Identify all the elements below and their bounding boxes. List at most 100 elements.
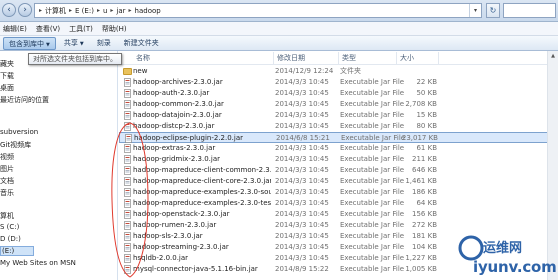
menu-edit[interactable]: 编辑(E) (3, 24, 27, 34)
modified-date: 2014/3/3 10:45 (275, 166, 329, 174)
jar-file-icon (124, 188, 131, 197)
forward-icon[interactable]: › (18, 3, 32, 17)
nav-item-favorites[interactable]: 藏夹 (0, 59, 14, 69)
chevron-down-icon: ▼ (79, 40, 84, 47)
nav-item-my-web-sites[interactable]: My Web Sites on MSN (0, 259, 76, 267)
back-icon[interactable]: ‹ (2, 3, 16, 17)
nav-item-drive-c[interactable]: S (C:) (0, 223, 19, 231)
jar-file-icon (124, 254, 131, 263)
menu-view[interactable]: 查看(V) (36, 24, 60, 34)
file-type: 文件夹 (340, 67, 361, 75)
file-row[interactable]: hadoop-mapreduce-examples-2.3.0-test-s..… (119, 198, 558, 209)
nav-item-pictures[interactable]: 图片 (0, 164, 14, 174)
modified-date: 2014/3/3 10:45 (275, 188, 329, 196)
jar-file-icon (124, 155, 131, 164)
address-bar[interactable]: ▸ 计算机 ▸ E (E:) ▸ u ▸ jar ▸ hadoop ▾ (34, 3, 482, 18)
file-row[interactable]: hadoop-auth-2.3.0.jar 2014/3/3 10:45 Execu… (119, 88, 558, 99)
burn-button[interactable]: 刻录 (92, 37, 116, 50)
breadcrumb-computer[interactable]: 计算机 (45, 6, 66, 16)
file-row[interactable]: hadoop-common-2.3.0.jar 2014/3/3 10:45 Exe… (119, 99, 558, 110)
modified-date: 2014/3/3 10:45 (275, 221, 329, 229)
modified-date: 2014/3/3 10:45 (275, 232, 329, 240)
breadcrumb-hadoop[interactable]: hadoop (135, 7, 161, 15)
jar-file-icon (124, 232, 131, 241)
file-size: 22 KB (416, 78, 437, 86)
column-header-date[interactable]: 修改日期 (274, 52, 339, 64)
file-size: 15 KB (416, 111, 437, 119)
nav-item-desktop[interactable]: 桌面 (0, 83, 14, 93)
jar-file-icon (124, 89, 131, 98)
jar-file-icon (124, 199, 131, 208)
search-input[interactable] (503, 3, 556, 18)
file-row[interactable]: hadoop-mapreduce-examples-2.3.0-sourc...… (119, 187, 558, 198)
address-bar-row: ‹ › ▸ 计算机 ▸ E (E:) ▸ u ▸ jar ▸ hadoop ▾ … (0, 0, 558, 22)
jar-file-icon (124, 177, 131, 186)
file-size: 211 KB (412, 155, 437, 163)
nav-item-videos[interactable]: 视频 (0, 152, 14, 162)
nav-item-drive-e[interactable]: (E:) (0, 246, 34, 256)
jar-file-icon (124, 166, 131, 175)
modified-date: 2014/3/3 10:45 (275, 111, 329, 119)
file-name: hsqldb-2.0.0.jar (133, 254, 189, 262)
file-size: 2,708 KB (405, 100, 437, 108)
file-size: 272 KB (412, 221, 437, 229)
chevron-down-icon[interactable]: ▾ (469, 4, 481, 17)
modified-date: 2014/3/3 10:45 (275, 100, 329, 108)
column-header-size[interactable]: 大小 (397, 52, 439, 64)
new-folder-button[interactable]: 新建文件夹 (119, 37, 164, 50)
menu-help[interactable]: 帮助(H) (102, 24, 127, 34)
nav-item-computer[interactable]: 算机 (0, 211, 14, 221)
file-size: 1,461 KB (405, 177, 437, 185)
share-label: 共享 (63, 38, 78, 47)
breadcrumb-jar[interactable]: jar (116, 7, 125, 15)
navigation-pane[interactable]: 藏夹 下载 桌面 最近访问的位置 subversion Git视频库 视频 图片… (0, 51, 118, 280)
nav-item-drive-d[interactable]: D (D:) (0, 235, 21, 243)
file-size: 646 KB (412, 166, 437, 174)
modified-date: 2014/3/3 10:45 (275, 210, 329, 218)
menu-tools[interactable]: 工具(T) (69, 24, 93, 34)
watermark: 运维网 iyunv.com (457, 233, 558, 280)
chevron-right-icon[interactable]: ▸ (69, 7, 72, 14)
file-row[interactable]: hadoop-rumen-2.3.0.jar 2014/3/3 10:45 Exec… (119, 220, 558, 231)
column-header-name[interactable]: 名称 (133, 52, 274, 64)
nav-item-subversion[interactable]: subversion (0, 128, 38, 136)
file-size: 64 KB (416, 199, 437, 207)
nav-item-music[interactable]: 音乐 (0, 188, 14, 198)
chevron-right-icon[interactable]: ▸ (129, 7, 132, 14)
modified-date: 2014/3/3 10:45 (275, 144, 329, 152)
file-row[interactable]: hadoop-gridmix-2.3.0.jar 2014/3/3 10:45 Ex… (119, 154, 558, 165)
file-name: hadoop-extras-2.3.0.jar (133, 144, 216, 152)
file-name: hadoop-auth-2.3.0.jar (133, 89, 210, 97)
file-row[interactable]: hadoop-openstack-2.3.0.jar 2014/3/3 10:45… (119, 209, 558, 220)
nav-item-git-video-library[interactable]: Git视频库 (0, 140, 31, 150)
modified-date: 2014/3/3 10:45 (275, 243, 329, 251)
file-name: mysql-connector-java-5.1.16-bin.jar (133, 265, 258, 273)
share-button[interactable]: 共享 ▼ (59, 37, 89, 50)
column-header-type[interactable]: 类型 (339, 52, 397, 64)
file-row[interactable]: hadoop-mapreduce-client-common-2.3.0.jar… (119, 165, 558, 176)
nav-item-recent[interactable]: 最近访问的位置 (0, 95, 49, 105)
file-row[interactable]: hadoop-datajoin-2.3.0.jar 2014/3/3 10:45 E… (119, 110, 558, 121)
include-in-library-button[interactable]: 包含到库中 ▼ (3, 36, 56, 50)
nav-item-downloads[interactable]: 下载 (0, 71, 14, 81)
folder-row[interactable]: new 2014/12/9 12:24 文件夹 (119, 66, 558, 77)
file-size: 104 KB (412, 243, 437, 251)
file-row[interactable]: hadoop-extras-2.3.0.jar 2014/3/3 10:45 Exe… (119, 143, 558, 154)
chevron-right-icon[interactable]: ▸ (97, 7, 100, 14)
file-name: hadoop-datajoin-2.3.0.jar (133, 111, 222, 119)
jar-file-icon (124, 78, 131, 87)
chevron-right-icon[interactable]: ▸ (110, 7, 113, 14)
scroll-up-icon[interactable]: ▲ (549, 52, 557, 60)
jar-file-icon (124, 210, 131, 219)
nav-item-documents[interactable]: 文档 (0, 176, 14, 186)
breadcrumb-drive[interactable]: E (E:) (75, 7, 94, 15)
include-in-library-label: 包含到库中 (9, 39, 44, 48)
modified-date: 2014/3/3 10:45 (275, 122, 329, 130)
file-row[interactable]: hadoop-eclipse-plugin-2.2.0.jar 2014/6/8 … (119, 132, 558, 143)
chevron-right-icon[interactable]: ▸ (39, 7, 42, 14)
breadcrumb-u[interactable]: u (103, 7, 107, 15)
file-row[interactable]: hadoop-mapreduce-client-core-2.3.0.jar 20… (119, 176, 558, 187)
file-row[interactable]: hadoop-archives-2.3.0.jar 2014/3/3 10:45 E… (119, 77, 558, 88)
file-row[interactable]: hadoop-distcp-2.3.0.jar 2014/3/3 10:45 Exe… (119, 121, 558, 132)
refresh-icon[interactable]: ↻ (486, 3, 500, 18)
